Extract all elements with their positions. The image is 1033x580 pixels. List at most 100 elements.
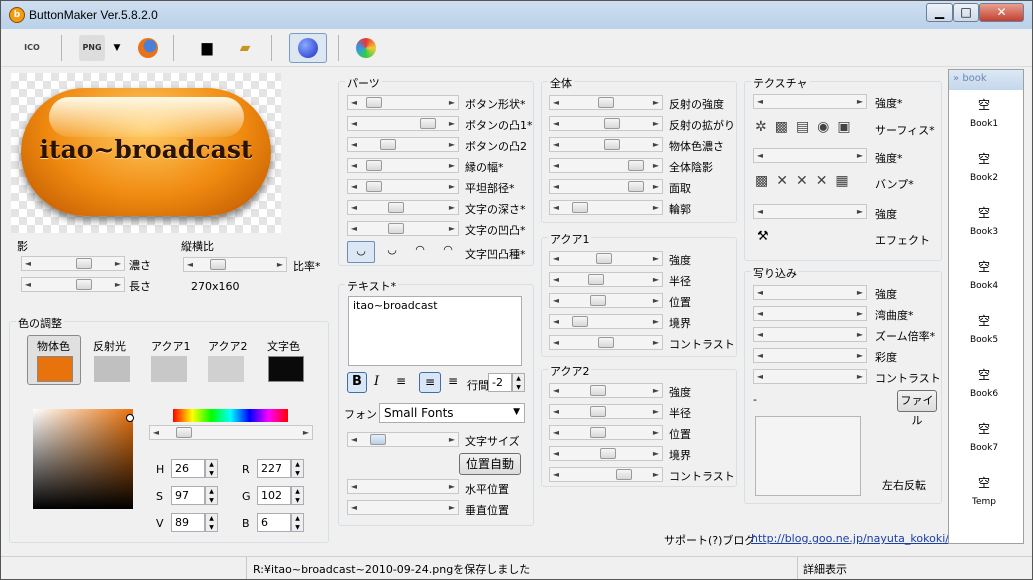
text-size-slider[interactable]: ◄ ► (347, 432, 459, 447)
aqua2-4-slider[interactable]: ◄ ► (549, 467, 663, 482)
v-spinner[interactable]: ▲ ▼ (205, 513, 218, 532)
line-spacing-field[interactable]: -2 (488, 373, 512, 392)
auto-position-button[interactable]: 位置自動 (459, 453, 521, 475)
book-item[interactable]: 空 Book2 (949, 150, 1019, 183)
aqua1-2-slider[interactable]: ◄ ► (549, 293, 663, 308)
bump-texture-icons[interactable]: ▩✕✕✕▦ (755, 173, 857, 189)
reflection-3-slider[interactable]: ◄ ► (753, 348, 867, 363)
sv-picker-handle[interactable] (126, 414, 134, 422)
aqua2-color-swatch[interactable] (208, 356, 244, 382)
book-panel-header[interactable]: » book (949, 70, 1023, 90)
h-position-slider[interactable]: ◄ ► (347, 479, 459, 494)
ico-export-icon[interactable]: ICO (19, 35, 45, 61)
overall-4-slider[interactable]: ◄ ► (549, 179, 663, 194)
reflect-color-swatch[interactable] (94, 356, 130, 382)
g-spinner[interactable]: ▲ ▼ (291, 486, 304, 505)
maximize-button[interactable]: □ (953, 3, 979, 22)
overall-2-slider[interactable]: ◄ ► (549, 137, 663, 152)
reflection-1-slider[interactable]: ◄ ► (753, 306, 867, 321)
bold-button[interactable]: B (347, 372, 367, 393)
aqua1-color-swatch[interactable] (151, 356, 187, 382)
hue-slider[interactable]: ◄ ► (149, 425, 313, 440)
reflection-0-slider[interactable]: ◄ ► (753, 285, 867, 300)
book-item[interactable]: 空 Book5 (949, 312, 1019, 345)
flip-horizontal-label[interactable]: 左右反転 (882, 477, 926, 493)
bump-strength-slider[interactable]: ◄ ► (753, 148, 867, 163)
aqua2-1-slider[interactable]: ◄ ► (549, 404, 663, 419)
s-field[interactable]: 97 (171, 486, 205, 505)
align-center-icon[interactable]: ≡ (419, 372, 441, 393)
reflection-2-slider[interactable]: ◄ ► (753, 327, 867, 342)
title-bar[interactable]: b ButtonMaker Ver.5.8.2.0 ▁ □ ✕ (1, 1, 1032, 29)
aqua2-2-slider[interactable]: ◄ ► (549, 425, 663, 440)
overall-3-slider[interactable]: ◄ ► (549, 158, 663, 173)
aspect-ratio-slider[interactable]: ◄ ► (183, 257, 287, 272)
overall-0-slider[interactable]: ◄ ► (549, 95, 663, 110)
status-detail[interactable]: 詳細表示 (803, 561, 847, 577)
b-spinner[interactable]: ▲ ▼ (291, 513, 304, 532)
v-position-slider[interactable]: ◄ ► (347, 500, 459, 515)
tab-reflect-label[interactable]: 反射光 (93, 338, 126, 354)
parts-1-slider[interactable]: ◄ ► (347, 116, 459, 131)
folder-open-icon[interactable]: ▰ (232, 35, 258, 61)
v-field[interactable]: 89 (171, 513, 205, 532)
book-item[interactable]: 空 Book7 (949, 420, 1019, 453)
text-color-swatch[interactable] (268, 356, 304, 382)
surface-texture-icons[interactable]: ✲▩▤◉▣ (755, 119, 859, 135)
support-blog-link[interactable]: http://blog.goo.ne.jp/nayuta_kokoki/ (751, 532, 949, 545)
parts-0-slider[interactable]: ◄ ► (347, 95, 459, 110)
engrave-type-1-icon[interactable]: ◡ (347, 241, 375, 263)
engrave-type-4-icon[interactable]: ◠ (437, 241, 459, 263)
tab-aqua2-label[interactable]: アクア2 (208, 338, 247, 354)
aqua1-3-slider[interactable]: ◄ ► (549, 314, 663, 329)
book-item[interactable]: 空 Book4 (949, 258, 1019, 291)
effect-strength-slider[interactable]: ◄ ► (753, 204, 867, 219)
b-field[interactable]: 6 (257, 513, 291, 532)
sphere-button-icon[interactable] (289, 33, 327, 63)
align-right-icon[interactable]: ≡ (448, 374, 458, 388)
color-wheel-icon[interactable] (353, 35, 379, 61)
overall-5-slider[interactable]: ◄ ► (549, 200, 663, 215)
aqua1-1-slider[interactable]: ◄ ► (549, 272, 663, 287)
parts-4-slider[interactable]: ◄ ► (347, 179, 459, 194)
hue-bar[interactable] (173, 409, 288, 422)
italic-button[interactable]: I (374, 374, 379, 389)
chevron-down-icon[interactable]: ▼ (111, 35, 123, 61)
overall-1-slider[interactable]: ◄ ► (549, 116, 663, 131)
shadow-density-slider[interactable]: ◄ ► (21, 256, 125, 271)
close-button[interactable]: ✕ (979, 3, 1024, 22)
parts-6-slider[interactable]: ◄ ► (347, 221, 459, 236)
reflection-4-slider[interactable]: ◄ ► (753, 369, 867, 384)
parts-3-slider[interactable]: ◄ ► (347, 158, 459, 173)
g-field[interactable]: 102 (257, 486, 291, 505)
font-select[interactable]: Small Fonts ▼ (379, 403, 525, 423)
book-item[interactable]: 空 Temp (949, 474, 1019, 507)
texture-strength-slider[interactable]: ◄ ► (753, 94, 867, 109)
file-button[interactable]: ファイル (897, 390, 937, 427)
parts-2-slider[interactable]: ◄ ► (347, 137, 459, 152)
s-spinner[interactable]: ▲ ▼ (205, 486, 218, 505)
h-field[interactable]: 26 (171, 459, 205, 478)
png-export-icon[interactable]: PNG (79, 35, 105, 61)
film-icon[interactable]: ▆ (194, 35, 220, 61)
effect-icon[interactable]: ⚒ (757, 229, 769, 244)
firefox-icon[interactable] (135, 35, 161, 61)
aqua1-4-slider[interactable]: ◄ ► (549, 335, 663, 350)
line-spacing-spinner[interactable]: ▲ ▼ (512, 373, 525, 392)
text-input[interactable]: itao~broadcast (348, 296, 522, 366)
book-item[interactable]: 空 Book1 (949, 96, 1019, 129)
engrave-type-3-icon[interactable]: ◠ (409, 241, 431, 263)
align-left-icon[interactable]: ≡ (396, 374, 406, 388)
r-spinner[interactable]: ▲ ▼ (291, 459, 304, 478)
book-item[interactable]: 空 Book6 (949, 366, 1019, 399)
h-spinner[interactable]: ▲ ▼ (205, 459, 218, 478)
parts-5-slider[interactable]: ◄ ► (347, 200, 459, 215)
sv-color-picker[interactable] (33, 409, 134, 509)
aqua2-3-slider[interactable]: ◄ ► (549, 446, 663, 461)
shadow-length-slider[interactable]: ◄ ► (21, 277, 125, 292)
tab-aqua1-label[interactable]: アクア1 (151, 338, 190, 354)
tab-text-color-label[interactable]: 文字色 (267, 338, 300, 354)
aqua2-0-slider[interactable]: ◄ ► (549, 383, 663, 398)
book-item[interactable]: 空 Book3 (949, 204, 1019, 237)
aqua1-0-slider[interactable]: ◄ ► (549, 251, 663, 266)
